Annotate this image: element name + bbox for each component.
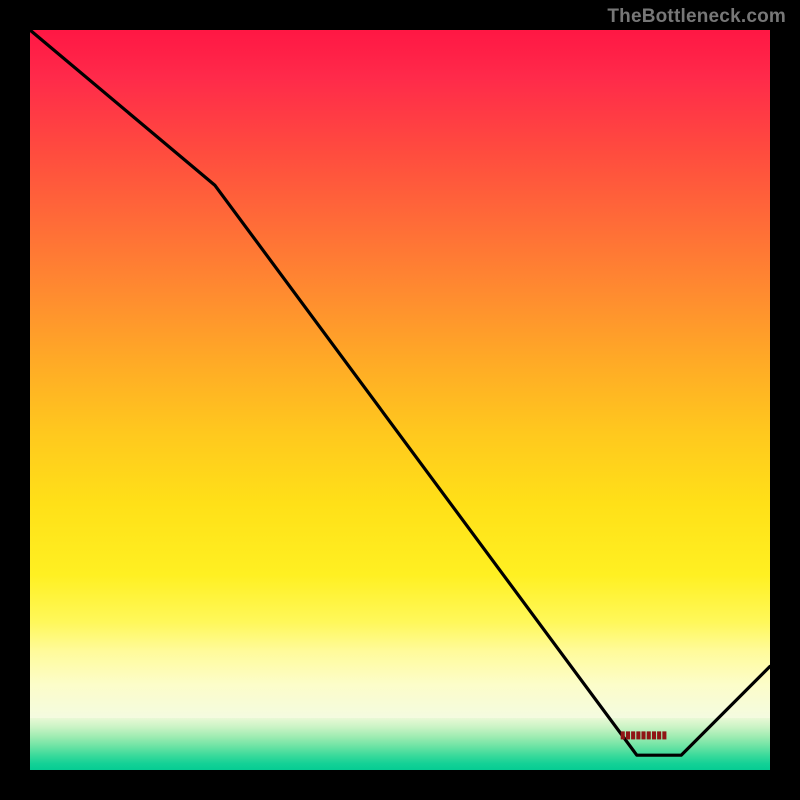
watermark-text: TheBottleneck.com xyxy=(607,6,786,28)
minimum-annotation: ▮▮▮▮▮▮▮▮▮ xyxy=(620,730,667,741)
plot-area: ▮▮▮▮▮▮▮▮▮ xyxy=(30,30,770,770)
curve-svg xyxy=(30,30,770,770)
curve-path xyxy=(30,30,770,755)
chart-frame: TheBottleneck.com ▮▮▮▮▮▮▮▮▮ xyxy=(0,0,800,800)
